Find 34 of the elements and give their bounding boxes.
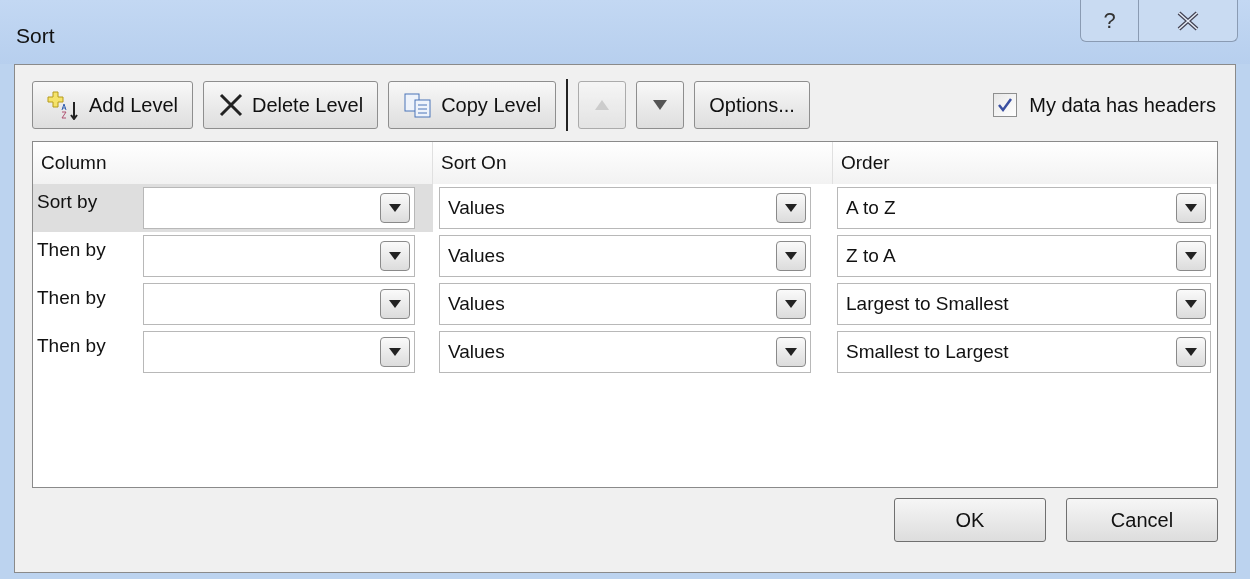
order-dropdown[interactable]: A to Z <box>837 187 1211 229</box>
column-header: Order <box>840 150 891 175</box>
sort-on-dropdown[interactable]: Values <box>439 283 811 325</box>
close-icon <box>217 92 244 118</box>
sort-on-dropdown[interactable]: Values <box>439 187 811 229</box>
add-sort-icon <box>47 90 81 120</box>
checkmark-icon <box>997 97 1014 113</box>
row-label: Then by <box>36 286 107 310</box>
add-level-button[interactable]: Add Level <box>32 81 193 129</box>
sort-on-dropdown[interactable]: Values <box>439 331 811 373</box>
up-arrow-icon <box>595 100 610 110</box>
order-dropdown[interactable]: Largest to Smallest <box>837 283 1211 325</box>
sort-level-row[interactable]: Then by Values Z to A <box>33 232 1217 280</box>
sort-level-row[interactable]: Then by Values Largest to Smallest <box>33 280 1217 328</box>
delete-level-button[interactable]: Delete Level <box>202 81 379 129</box>
order-dropdown[interactable]: Z to A <box>837 235 1211 277</box>
sort-level-row[interactable]: Then by Values Smallest to Largest <box>33 328 1217 376</box>
close-icon <box>1175 10 1201 31</box>
down-arrow-icon <box>653 100 668 110</box>
sort-level-row[interactable]: Sort by Values A to Z <box>33 184 1217 232</box>
cancel-button[interactable]: Cancel <box>1066 498 1218 542</box>
options-button[interactable]: Options... <box>694 81 810 129</box>
row-label: Then by <box>36 238 107 262</box>
row-label: Sort by <box>36 190 99 214</box>
copy-icon <box>403 92 434 118</box>
sort-on-dropdown[interactable]: Values <box>439 235 811 277</box>
move-down-button[interactable] <box>636 81 685 129</box>
order-dropdown[interactable]: Smallest to Largest <box>837 331 1211 373</box>
column-header: Sort On <box>433 142 833 184</box>
window-title: Sort <box>16 23 55 49</box>
row-label: Then by <box>36 334 107 358</box>
ok-button[interactable]: OK <box>894 498 1046 542</box>
headers-checkbox[interactable]: My data has headers <box>993 90 1216 120</box>
copy-level-button[interactable]: Copy Level <box>388 81 557 129</box>
